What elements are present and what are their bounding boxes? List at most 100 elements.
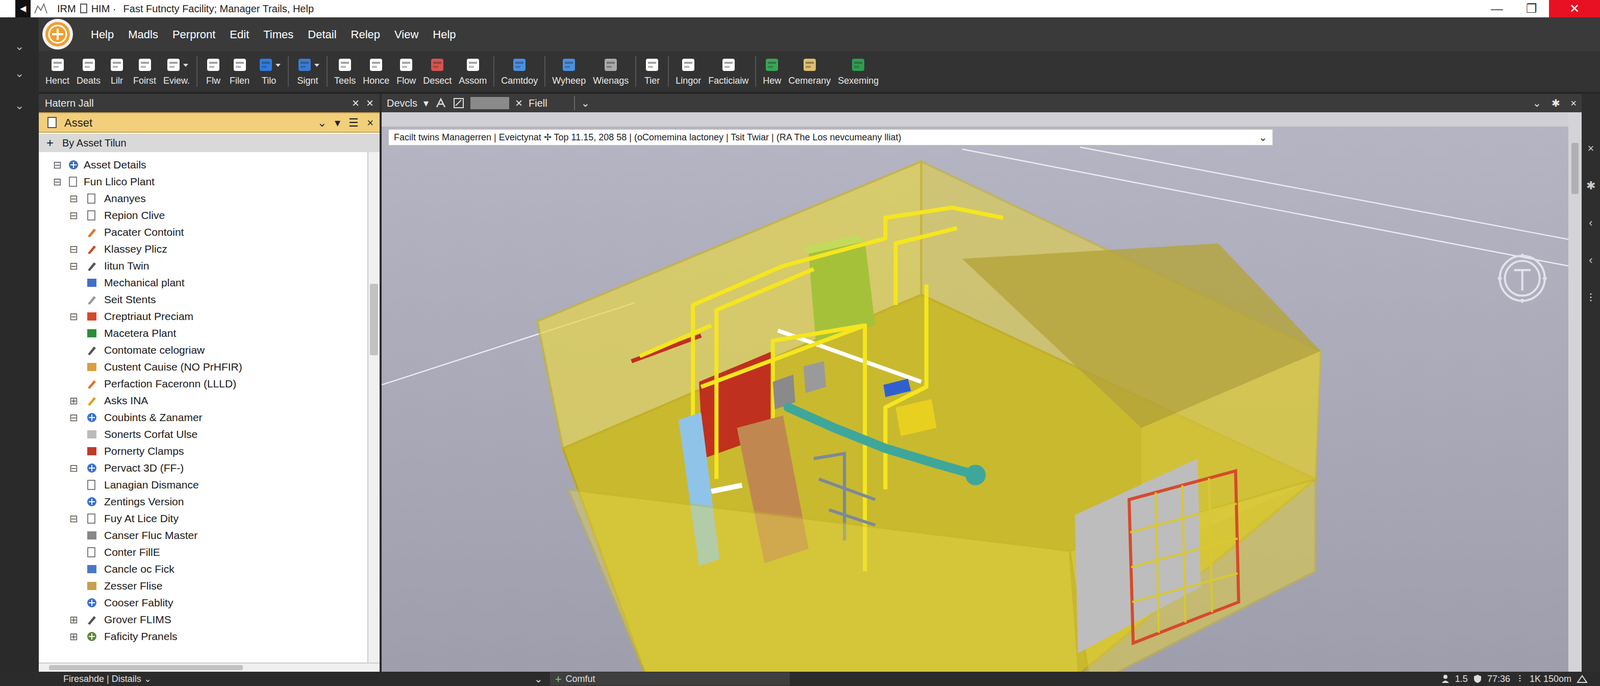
vertical-scrollbar[interactable]	[367, 152, 380, 663]
tree-row[interactable]: Sonerts Corfat Ulse	[38, 425, 368, 443]
tree-row[interactable]: ⊞Faficity Pranels	[38, 627, 368, 645]
menu-item[interactable]: Detail	[307, 26, 337, 43]
canvas-scrollbar[interactable]	[1568, 112, 1582, 672]
tree-row[interactable]: ⊟Coubints & Zanamer	[38, 408, 368, 426]
menu-item[interactable]: Help	[432, 26, 456, 43]
logo-icon[interactable]	[38, 17, 77, 52]
tree-expander[interactable]: ⊞	[65, 628, 82, 644]
tree-expander[interactable]: ⊟	[65, 510, 82, 527]
panel-close-button[interactable]: ×	[366, 93, 374, 113]
tree-row[interactable]: Pacater Contoint	[38, 223, 368, 241]
tree-row[interactable]: Cooser Fablity	[38, 593, 368, 611]
tree-row[interactable]: Mechanical plant	[38, 273, 368, 291]
breadcrumb-bar[interactable]: Facilt twins Managerren | Eveictynat ✢ T…	[387, 128, 1274, 146]
tree-row[interactable]: ⊟Creptriaut Preciam	[38, 307, 368, 325]
tree-row[interactable]: Canser Fluc Master	[38, 526, 368, 544]
toolbar-button[interactable]: Henct	[41, 51, 73, 92]
asset-control[interactable]: ⌄	[317, 114, 327, 132]
toolbar-button[interactable]: Lingor	[671, 51, 705, 92]
group-row[interactable]: +By Asset Tilun	[38, 133, 380, 153]
tree-row[interactable]: ⊟Iitun Twin	[38, 257, 368, 274]
horizontal-scrollbar[interactable]	[38, 662, 380, 672]
tree-row[interactable]: Cancle oc Fick	[38, 560, 368, 578]
back-button[interactable]: ◀	[15, 0, 31, 18]
select-box-icon[interactable]	[453, 97, 465, 109]
tree-row[interactable]: Zesser Flise	[38, 577, 368, 594]
toolbar-button[interactable]: Tilo	[253, 51, 285, 92]
tree-expander[interactable]: ⊞	[65, 611, 82, 628]
tree-row[interactable]: ⊟Asset Details	[38, 156, 368, 173]
close-button[interactable]: ✕	[1548, 0, 1600, 18]
tree-row[interactable]: ⊟Repion Clive	[38, 206, 368, 224]
field-label[interactable]: Fiell	[528, 95, 548, 111]
menu-item[interactable]: Help	[90, 26, 114, 43]
tree-expander[interactable]: ⊟	[65, 207, 82, 223]
h-scroll-thumb[interactable]	[48, 664, 243, 670]
building-model[interactable]	[381, 112, 1569, 672]
tree-expander[interactable]: ⊟	[48, 157, 66, 173]
toolbar-button[interactable]: Desect	[419, 51, 456, 92]
status-collapse[interactable]: ⌄	[534, 670, 543, 686]
tree-row[interactable]: Pornerty Clamps	[38, 442, 368, 460]
canvas-scroll-thumb[interactable]	[1571, 142, 1579, 194]
toolbar-button[interactable]: Sexeming	[834, 51, 883, 92]
toolbar-button[interactable]: Foirst	[129, 51, 160, 92]
menu-item[interactable]: Edit	[229, 26, 249, 43]
menu-item[interactable]: Relep	[351, 26, 381, 43]
tree-expander[interactable]: ⊟	[65, 409, 82, 425]
dropdown-arrow-icon[interactable]	[313, 62, 320, 68]
tree-row[interactable]: Seit Stents	[38, 290, 368, 308]
clear-button[interactable]: ×	[515, 93, 523, 113]
menu-item[interactable]: Madls	[128, 26, 159, 43]
toolbar-button[interactable]: Deats	[72, 51, 105, 92]
tree-expander[interactable]: ⊞	[65, 392, 82, 409]
viewport-window-button[interactable]: ⌄	[1532, 95, 1542, 111]
compass-icon[interactable]	[1497, 253, 1547, 303]
status-tab[interactable]: +Comfut	[550, 671, 790, 686]
add-icon[interactable]: +	[555, 670, 562, 686]
restore-button[interactable]: ❐	[1514, 0, 1549, 18]
tree-row[interactable]: ⊟Fun Llico Plant	[38, 172, 368, 190]
viewport-window-button[interactable]: ×	[1570, 95, 1577, 111]
toolbar-button[interactable]: Hew	[759, 51, 785, 92]
tree-expander[interactable]: ⊟	[65, 460, 82, 476]
tree-expander[interactable]: ⊟	[65, 190, 82, 207]
toolbar-button[interactable]: Wienags	[589, 51, 633, 92]
tree-expander[interactable]: ⊟	[65, 258, 82, 274]
filter-field[interactable]	[470, 96, 510, 110]
toolbar-button[interactable]: Tier	[639, 51, 665, 92]
right-rail-button[interactable]: ‹	[1588, 214, 1593, 232]
tree-expander[interactable]: ⊟	[48, 173, 66, 190]
tree-row[interactable]: ⊞Grover FLIMS	[38, 610, 368, 628]
toolbar-button[interactable]: Eview.	[159, 51, 194, 92]
tree-row[interactable]: Conter FillE	[38, 543, 368, 561]
tree-row[interactable]: Macetera Plant	[38, 324, 368, 342]
breadcrumb-dropdown[interactable]: ⌄	[1258, 129, 1268, 145]
tree-row[interactable]: ⊟Ananyes	[38, 189, 368, 207]
toolbar-button[interactable]: Cemerany	[784, 51, 835, 92]
right-rail-button[interactable]: ×	[1587, 139, 1595, 157]
asset-control[interactable]: ▾	[334, 114, 341, 132]
add-icon[interactable]: +	[42, 133, 58, 153]
tree-row[interactable]: Zentings Version	[38, 492, 368, 510]
toolbar-button[interactable]: Filen	[226, 51, 254, 92]
tree-row[interactable]: Perfaction Faceronn (LLLD)	[38, 375, 368, 392]
model-canvas[interactable]: Facilt twins Managerren | Eveictynat ✢ T…	[381, 112, 1569, 672]
dropdown-arrow-icon[interactable]	[182, 62, 189, 68]
rail-toggle[interactable]: ⌄	[14, 37, 24, 55]
tree-row[interactable]: Lanagian Dismance	[38, 476, 368, 493]
tree-row[interactable]: Custent Cauise (NO PrHFIR)	[38, 358, 368, 375]
right-rail-button[interactable]: ⁝	[1589, 288, 1593, 306]
rail-toggle[interactable]: ⌄	[14, 64, 24, 82]
toolbar-button[interactable]: Lilr	[104, 51, 130, 92]
tree-row[interactable]: ⊟Klassey Plicz	[38, 240, 368, 258]
tree-expander[interactable]: ⊟	[65, 241, 82, 257]
toolbar-button[interactable]: Facticiaiw	[704, 51, 753, 92]
right-rail-button[interactable]: ‹	[1588, 251, 1593, 269]
toolbar-button[interactable]: Assom	[455, 51, 491, 92]
toolbar-button[interactable]: Honce	[359, 51, 393, 92]
toolbar-button[interactable]: Wyheep	[548, 51, 590, 92]
tree-row[interactable]: Contomate celogriaw	[38, 341, 368, 359]
rail-toggle[interactable]: ⌄	[14, 96, 24, 114]
devices-dropdown[interactable]: ▾	[423, 95, 429, 111]
